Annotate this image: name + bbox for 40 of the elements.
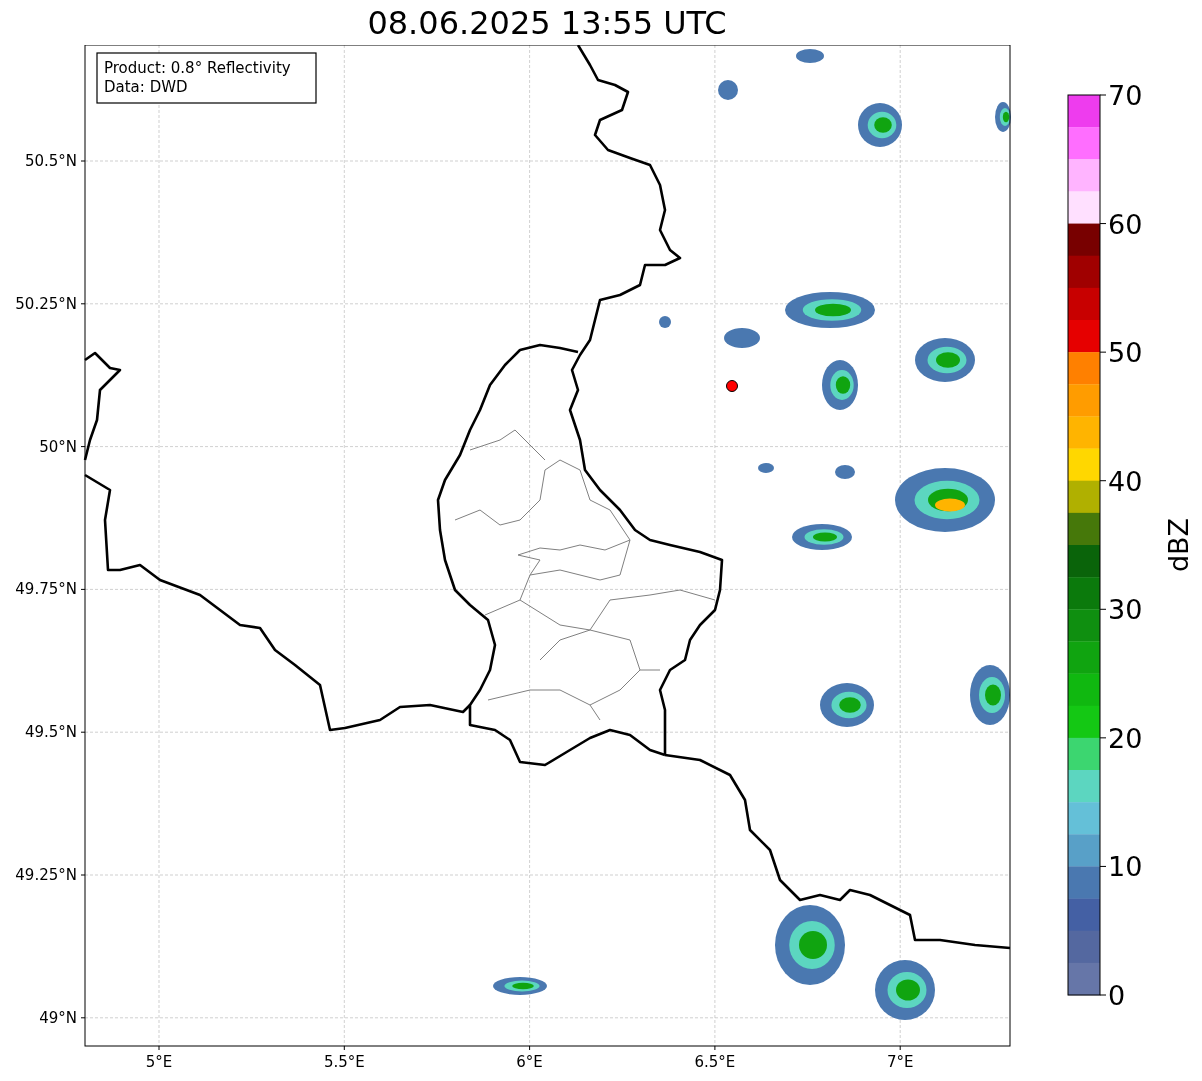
- radar-echo: [724, 328, 760, 348]
- radar-echo: [875, 960, 935, 1020]
- radar-echo: [820, 683, 874, 727]
- colorbar-tick-label: 10: [1108, 851, 1143, 883]
- longitude-label: 5°E: [145, 1053, 173, 1071]
- radar-echo: [915, 338, 975, 382]
- colorbar-tick-label: 60: [1108, 208, 1143, 240]
- radar-echo: [758, 463, 774, 473]
- latitude-label: 50.25°N: [15, 294, 77, 313]
- latitude-label: 49.75°N: [15, 580, 77, 599]
- latitude-label: 49.5°N: [24, 723, 77, 742]
- latitude-label: 49°N: [39, 1008, 77, 1027]
- radar-echo: [858, 103, 902, 147]
- radar-site-marker: [726, 380, 738, 392]
- radar-echo: [792, 524, 852, 550]
- annotation-text: Data: DWD: [104, 78, 188, 96]
- colorbar-tick-label: 30: [1108, 594, 1143, 626]
- longitude-label: 6°E: [516, 1053, 543, 1071]
- colorbar-tick-label: 40: [1108, 465, 1143, 497]
- radar-echo: [796, 49, 824, 63]
- annotation-text: Product: 0.8° Reflectivity: [104, 59, 291, 77]
- latitude-label: 49.25°N: [15, 866, 77, 884]
- longitude-label: 6.5°E: [694, 1053, 736, 1071]
- radar-echo: [493, 977, 547, 995]
- radar-echo: [718, 80, 738, 100]
- colorbar-tick-label: 70: [1108, 80, 1143, 111]
- latitude-label: 50°N: [39, 437, 77, 456]
- longitude-label: 5.5°E: [323, 1053, 365, 1071]
- longitude-label: 7°E: [886, 1053, 914, 1071]
- colorbar-tick-label: 20: [1108, 722, 1143, 754]
- chart-title: 08.06.2025 13:55 UTC: [367, 6, 727, 39]
- colorbar-tick-label: 0: [1108, 980, 1126, 1011]
- latitude-label: 50.5°N: [24, 152, 77, 170]
- colorbar-tick-label: 50: [1108, 337, 1143, 369]
- colorbar-label: dBZ: [1163, 517, 1194, 573]
- radar-echo: [659, 316, 671, 328]
- radar-echo: [995, 102, 1011, 132]
- radar-echo: [835, 465, 855, 479]
- radar-echo: [822, 360, 858, 410]
- radar-echo: [970, 665, 1010, 725]
